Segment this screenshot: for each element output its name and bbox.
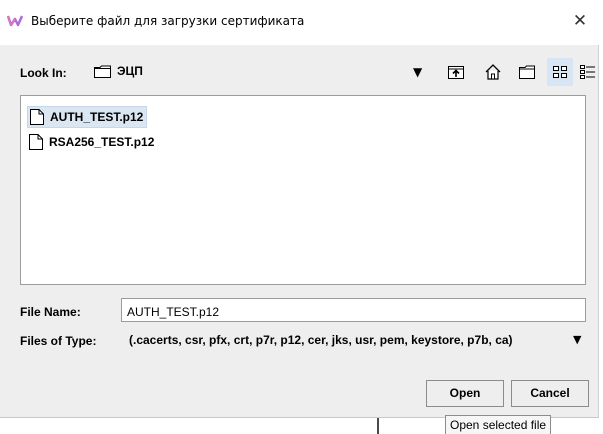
title-bar: Выберите файл для загрузки сертификата ✕ bbox=[0, 0, 599, 45]
file-name: AUTH_TEST.p12 bbox=[50, 110, 144, 124]
tooltip: Open selected file bbox=[445, 415, 552, 434]
details-view-button[interactable] bbox=[575, 58, 601, 86]
file-name-label: File Name: bbox=[20, 305, 81, 319]
chevron-down-icon[interactable]: ▼ bbox=[573, 333, 581, 346]
window-title: Выберите файл для загрузки сертификата bbox=[31, 14, 305, 28]
close-button[interactable]: ✕ bbox=[568, 10, 592, 34]
new-folder-button[interactable] bbox=[514, 58, 540, 86]
file-type-combo[interactable]: (.cacerts, csr, pfx, crt, p7r, p12, cer,… bbox=[121, 327, 591, 353]
look-in-label: Look In: bbox=[20, 66, 67, 80]
folder-icon bbox=[94, 65, 111, 78]
file-name-input[interactable] bbox=[121, 298, 586, 322]
file-icon bbox=[29, 134, 43, 150]
file-type-label: Files of Type: bbox=[20, 334, 97, 348]
file-item[interactable]: AUTH_TEST.p12 bbox=[27, 106, 148, 128]
open-button[interactable]: Open bbox=[426, 380, 504, 407]
close-icon[interactable]: ✕ bbox=[573, 11, 587, 31]
file-type-value: (.cacerts, csr, pfx, crt, p7r, p12, cer,… bbox=[129, 333, 513, 347]
details-view-icon bbox=[580, 65, 595, 79]
chevron-down-icon[interactable]: ▼ bbox=[413, 65, 422, 79]
file-chooser-dialog: Выберите файл для загрузки сертификата ✕… bbox=[0, 0, 599, 418]
file-item[interactable]: RSA256_TEST.p12 bbox=[27, 131, 157, 153]
cancel-button[interactable]: Cancel bbox=[511, 380, 589, 407]
list-view-button[interactable] bbox=[547, 58, 573, 86]
file-icon bbox=[30, 109, 44, 125]
home-button[interactable] bbox=[480, 58, 506, 86]
app-icon bbox=[7, 15, 23, 27]
look-in-value: ЭЦП bbox=[117, 64, 143, 78]
home-icon bbox=[485, 64, 501, 80]
up-one-level-button[interactable] bbox=[443, 58, 469, 86]
file-name: RSA256_TEST.p12 bbox=[49, 135, 155, 149]
up-one-level-icon bbox=[448, 66, 464, 79]
new-folder-icon bbox=[519, 65, 535, 79]
list-view-icon bbox=[553, 66, 567, 78]
look-in-combo[interactable]: ЭЦП ▼ bbox=[87, 58, 432, 86]
file-list[interactable]: AUTH_TEST.p12 RSA256_TEST.p12 bbox=[20, 95, 586, 285]
